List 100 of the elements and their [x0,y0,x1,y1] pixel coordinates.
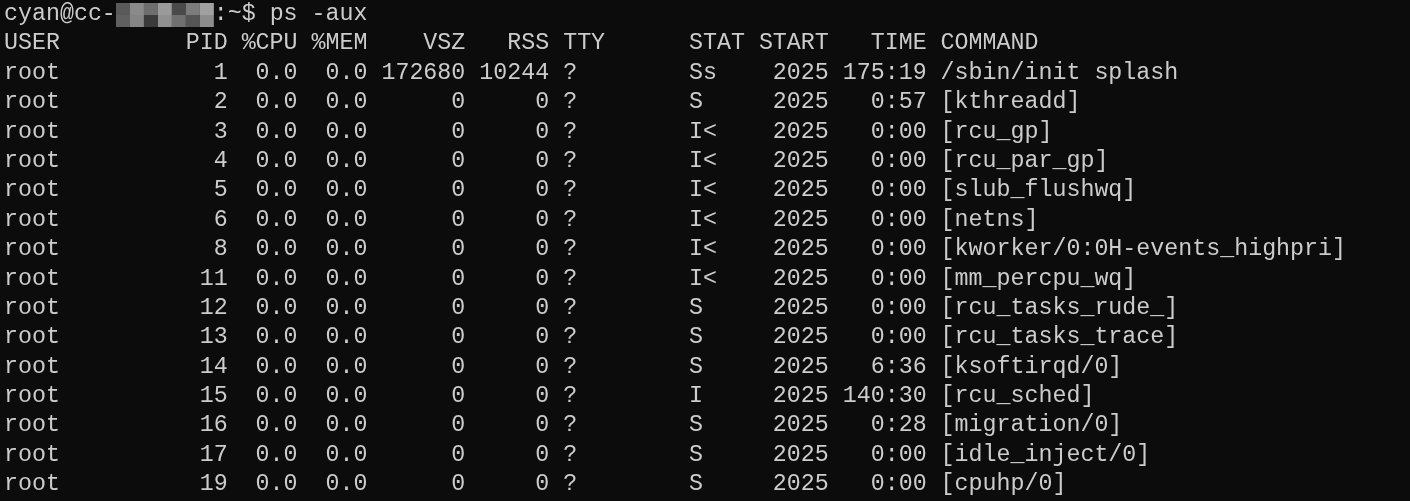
table-cell-text: ? [562,440,579,470]
table-cell-text: 0 [534,205,550,235]
table-cell-text: S [689,411,704,441]
table-cell-text: [idle_inject/0] [939,440,1152,470]
table-cell-text: 13 [198,323,228,353]
table-cell-text: ? [562,352,579,382]
table-cell-text: 0:00 [869,293,927,323]
table-cell-text: 0.0 [324,440,368,470]
table-cell-text: 2025 [771,264,829,294]
table-cell-text: 0 [534,88,550,118]
table-cell-text: ? [562,146,579,176]
table-cell-text: 0:00 [869,146,927,176]
table-cell-text: 6 [212,205,228,235]
table-cell-text: 2025 [771,205,829,235]
table-cell-text: 0 [534,176,550,206]
table-cell-text: 0.0 [324,146,368,176]
table-cell-text: I< [689,235,718,265]
table-cell-text: 0.0 [254,470,298,500]
table-cell-text: ? [562,58,579,88]
table-cell-text: root [4,440,61,470]
table-cell-text: 0 [534,264,550,294]
table-cell-text: 2025 [771,58,829,88]
table-cell-text: 19 [198,470,228,500]
table-cell-text: 3 [212,117,228,147]
table-cell-text: 0.0 [324,323,368,353]
table-cell-text: [rcu_tasks_rude_] [939,293,1180,323]
table-cell-text: 2025 [771,352,829,382]
table-cell-text: 2025 [771,323,829,353]
table-cell-text: 0 [534,382,550,412]
column-header: PID [184,29,228,59]
table-cell-text: root [4,382,61,412]
table-cell-text: 0.0 [324,117,368,147]
table-cell-text: 0:28 [869,411,927,441]
table-cell-text: root [4,235,61,265]
table-cell-text: 6:36 [869,352,927,382]
table-cell-text: 2025 [771,235,829,265]
table-cell-text: [rcu_sched] [939,382,1096,412]
table-cell-text: ? [562,293,579,323]
table-cell-text: root [4,205,61,235]
table-cell-text: 0.0 [324,58,368,88]
table-cell-text: root [4,293,61,323]
table-cell-text: 14 [198,352,228,382]
table-cell-text: 0.0 [254,176,298,206]
table-cell-text: ? [562,88,579,118]
table-cell-text: 175:19 [841,58,927,88]
table-cell-text: 0:00 [869,470,927,500]
table-cell-text: 0 [450,205,466,235]
table-cell-text: root [4,411,61,441]
table-cell-text: 0.0 [254,352,298,382]
table-cell-text: I< [689,264,718,294]
table-cell-text: 0 [450,264,466,294]
table-cell-text: [cpuhp/0] [939,470,1068,500]
table-cell-text: 140:30 [841,382,927,412]
table-cell-text: 0.0 [324,470,368,500]
table-cell-text: 0.0 [324,235,368,265]
table-cell-text: [ksoftirqd/0] [939,352,1124,382]
table-cell-text: 0:00 [869,117,927,147]
table-cell-text: 0.0 [254,264,298,294]
table-cell-text: 0:00 [869,176,927,206]
table-cell-text: 5 [212,176,228,206]
table-cell-text: 0.0 [324,411,368,441]
table-cell-text: S [689,440,704,470]
table-cell-text: root [4,352,61,382]
column-header: STAT [689,29,746,59]
table-cell-text: [kthreadd] [939,88,1082,118]
table-cell-text: 2025 [771,440,829,470]
table-cell-text: 0.0 [324,352,368,382]
table-cell-text: root [4,58,61,88]
table-cell-text: root [4,117,61,147]
table-cell-text: ? [562,205,579,235]
table-cell-text: 8 [212,235,228,265]
column-header: COMMAND [939,29,1040,59]
table-cell-text: 0.0 [254,117,298,147]
table-cell-text: 0.0 [254,88,298,118]
table-cell-text: 0 [450,146,466,176]
table-cell-text: 0.0 [254,146,298,176]
table-cell-text: 172680 [380,58,466,88]
table-cell-text: 11 [198,264,228,294]
table-cell-text: root [4,264,61,294]
prompt-symbol: :~$ [213,0,256,29]
column-header: TTY [562,29,607,59]
table-cell-text: [rcu_par_gp] [939,146,1110,176]
table-cell-text: 0 [450,440,466,470]
table-cell-text: ? [562,235,579,265]
table-cell-text: 2025 [771,146,829,176]
column-header: USER [4,29,61,59]
table-cell-text: [migration/0] [939,411,1124,441]
table-cell-text: 0 [450,293,466,323]
table-cell-text: 0.0 [324,264,368,294]
table-cell-text: 0.0 [324,382,368,412]
table-cell-text: 12 [198,293,228,323]
table-cell-text: 0 [450,352,466,382]
table-cell-text: ? [562,323,579,353]
table-cell-text: ? [562,117,579,147]
table-cell-text: 0 [534,146,550,176]
table-cell-text: 10244 [478,58,550,88]
table-cell-text: 0.0 [254,205,298,235]
table-cell-text: 0:00 [869,235,927,265]
table-cell-text: root [4,323,61,353]
table-cell-text: 0.0 [254,323,298,353]
